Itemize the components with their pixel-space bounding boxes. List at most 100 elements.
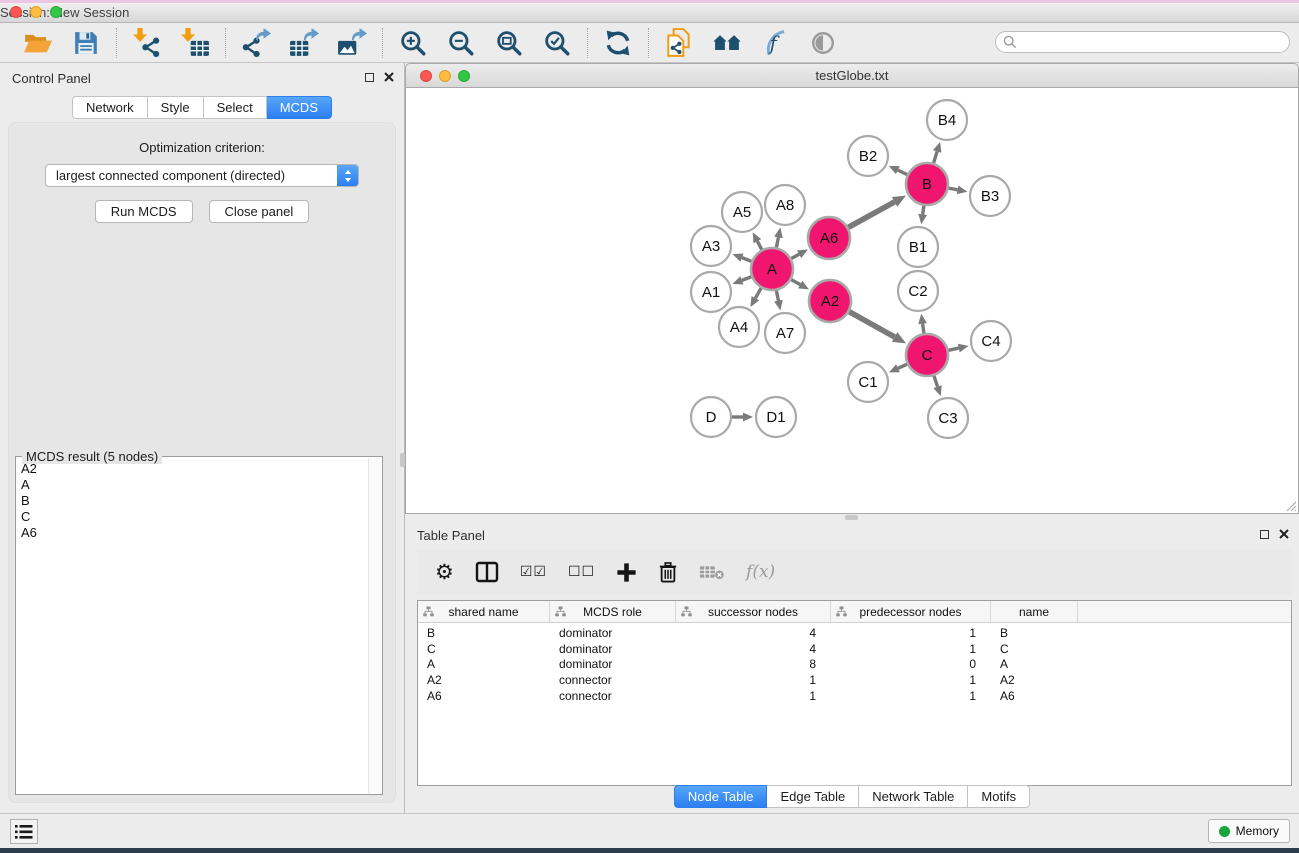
close-window-button[interactable] xyxy=(10,6,22,18)
criterion-dropdown[interactable]: largest connected component (directed) xyxy=(45,164,359,187)
zoom-out-button[interactable] xyxy=(445,27,477,59)
minimize-window-button[interactable] xyxy=(30,6,42,18)
graph-node-C2[interactable]: C2 xyxy=(898,271,938,311)
column-header-name[interactable]: name xyxy=(991,601,1078,622)
graph-edge-A-A3[interactable] xyxy=(733,254,752,262)
search-box[interactable] xyxy=(995,31,1290,53)
graph-node-A2[interactable]: A2 xyxy=(809,280,851,322)
cell-name[interactable]: B xyxy=(991,626,1078,640)
network-close-button[interactable] xyxy=(420,70,432,82)
maximize-window-button[interactable] xyxy=(50,6,62,18)
network-window-titlebar[interactable]: testGlobe.txt xyxy=(405,63,1299,88)
new-network-from-selection-button[interactable] xyxy=(663,27,695,59)
graph-edge-A-A7[interactable] xyxy=(774,291,783,311)
cell-predecessor-nodes[interactable]: 1 xyxy=(831,642,991,656)
graph-edge-B-B4[interactable] xyxy=(933,142,941,163)
graph-node-D1[interactable]: D1 xyxy=(756,397,796,437)
graph-node-A7[interactable]: A7 xyxy=(765,313,805,353)
graph-edge-B-B3[interactable] xyxy=(949,186,968,195)
graph-edge-D-D1[interactable] xyxy=(732,413,753,422)
tab-motifs[interactable]: Motifs xyxy=(968,785,1030,808)
graph-edge-B-B2[interactable] xyxy=(889,166,907,175)
zoom-fit-button[interactable] xyxy=(493,27,525,59)
cell-mcds-role[interactable]: dominator xyxy=(550,626,676,640)
column-header-mcds-role[interactable]: MCDS role xyxy=(550,601,676,622)
cell-predecessor-nodes[interactable]: 1 xyxy=(831,689,991,703)
select-all-columns-button[interactable]: ☑☑ xyxy=(520,564,547,580)
delete-column-button[interactable] xyxy=(658,561,678,584)
home-button[interactable] xyxy=(711,27,743,59)
cell-mcds-role[interactable]: connector xyxy=(550,689,676,703)
column-header-predecessor-nodes[interactable]: predecessor nodes xyxy=(831,601,991,622)
tab-edge-table[interactable]: Edge Table xyxy=(767,785,859,808)
cell-predecessor-nodes[interactable]: 1 xyxy=(831,626,991,640)
table-row[interactable]: Bdominator41B xyxy=(418,625,1291,641)
vertical-scroll-thumb[interactable] xyxy=(400,453,405,467)
graph-edge-A-A6[interactable] xyxy=(791,249,808,258)
cell-successor-nodes[interactable]: 1 xyxy=(676,673,831,687)
graph-node-B3[interactable]: B3 xyxy=(970,176,1010,216)
graph-edge-A-A2[interactable] xyxy=(791,280,809,290)
graph-edge-C-C1[interactable] xyxy=(889,364,907,372)
graph-node-C1[interactable]: C1 xyxy=(848,362,888,402)
graph-node-C4[interactable]: C4 xyxy=(971,321,1011,361)
network-maximize-button[interactable] xyxy=(458,70,470,82)
refresh-layout-button[interactable] xyxy=(602,27,634,59)
graph-node-A3[interactable]: A3 xyxy=(691,226,731,266)
graph-edge-A2-C[interactable] xyxy=(849,312,906,344)
graph-node-A[interactable]: A xyxy=(751,248,793,290)
graph-node-A8[interactable]: A8 xyxy=(765,185,805,225)
graph-edge-A-A4[interactable] xyxy=(750,288,761,307)
cell-name[interactable]: A2 xyxy=(991,673,1078,687)
graph-edge-C-C3[interactable] xyxy=(933,376,941,396)
cell-shared-name[interactable]: A xyxy=(418,657,550,671)
cell-shared-name[interactable]: B xyxy=(418,626,550,640)
graph-node-B2[interactable]: B2 xyxy=(848,136,888,176)
cell-name[interactable]: A xyxy=(991,657,1078,671)
table-row[interactable]: A2connector11A2 xyxy=(418,672,1291,688)
graph-edge-B-B1[interactable] xyxy=(918,206,927,224)
cell-predecessor-nodes[interactable]: 1 xyxy=(831,673,991,687)
cell-shared-name[interactable]: C xyxy=(418,642,550,656)
close-panel-button[interactable]: Close panel xyxy=(209,200,310,223)
cell-successor-nodes[interactable]: 1 xyxy=(676,689,831,703)
graph-edge-A-A5[interactable] xyxy=(753,232,762,249)
export-image-button[interactable] xyxy=(336,27,368,59)
app-titlebar[interactable]: Session: New Session xyxy=(0,3,1299,23)
network-minimize-button[interactable] xyxy=(439,70,451,82)
graph-edge-A6-B[interactable] xyxy=(848,196,906,228)
save-session-button[interactable] xyxy=(70,27,102,59)
cell-shared-name[interactable]: A2 xyxy=(418,673,550,687)
export-table-button[interactable] xyxy=(288,27,320,59)
graph-node-A5[interactable]: A5 xyxy=(722,192,762,232)
cell-mcds-role[interactable]: connector xyxy=(550,673,676,687)
graph-node-B1[interactable]: B1 xyxy=(898,227,938,267)
graph-edge-C-C2[interactable] xyxy=(918,314,927,333)
graph-edge-C-C4[interactable] xyxy=(948,344,968,353)
column-header-shared-name[interactable]: shared name xyxy=(418,601,550,622)
graphics-details-button[interactable]: f xyxy=(759,27,791,59)
birds-eye-view-button[interactable] xyxy=(807,27,839,59)
tab-mcds[interactable]: MCDS xyxy=(267,96,332,119)
graph-node-A6[interactable]: A6 xyxy=(808,217,850,259)
delete-table-button[interactable] xyxy=(699,563,725,581)
tab-network[interactable]: Network xyxy=(72,96,148,119)
result-scrollbar[interactable] xyxy=(368,458,381,793)
graph-edge-A-A1[interactable] xyxy=(733,276,752,284)
open-session-button[interactable] xyxy=(22,27,54,59)
tab-select[interactable]: Select xyxy=(204,96,267,119)
import-network-button[interactable] xyxy=(131,27,163,59)
cell-successor-nodes[interactable]: 8 xyxy=(676,657,831,671)
memory-button[interactable]: Memory xyxy=(1208,819,1290,843)
function-builder-button[interactable]: f(x) xyxy=(746,562,775,582)
tab-node-table[interactable]: Node Table xyxy=(674,785,768,808)
cell-mcds-role[interactable]: dominator xyxy=(550,657,676,671)
graph-node-A1[interactable]: A1 xyxy=(691,272,731,312)
table-settings-button[interactable]: ⚙ xyxy=(435,560,454,584)
resize-grip-icon[interactable] xyxy=(1285,500,1297,512)
close-panel-icon[interactable] xyxy=(384,72,394,82)
table-row[interactable]: A6connector11A6 xyxy=(418,688,1291,704)
graph-node-B[interactable]: B xyxy=(906,163,948,205)
cell-name[interactable]: A6 xyxy=(991,689,1078,703)
mcds-result-list[interactable]: A2ABCA6 xyxy=(17,461,368,793)
